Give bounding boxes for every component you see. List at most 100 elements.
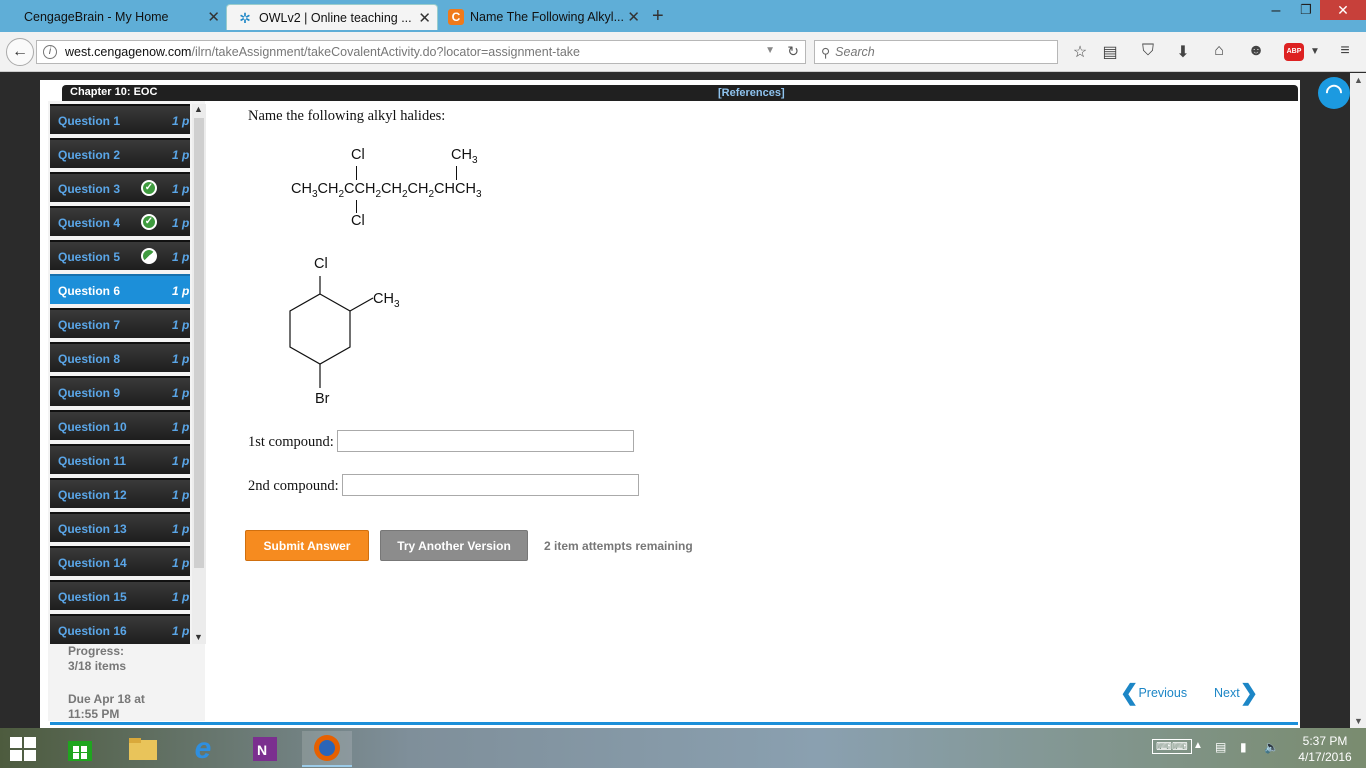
progress-label: Progress: — [68, 644, 125, 658]
download-arrow-icon[interactable]: ⬇ — [1172, 42, 1194, 62]
firefox-app-icon[interactable] — [302, 731, 352, 767]
page-scrollbar[interactable]: ▲ ▼ — [1350, 73, 1366, 728]
question-item[interactable]: Question 12 1 p — [50, 478, 190, 508]
question-item[interactable]: Question 15 1 p — [50, 580, 190, 610]
scroll-up-icon[interactable]: ▲ — [1354, 75, 1363, 85]
taskbar-clock[interactable]: 5:37 PM 4/17/2016 — [1290, 733, 1360, 765]
url-dropdown-icon[interactable]: ▼ — [765, 45, 775, 56]
scroll-up-icon[interactable]: ▲ — [194, 104, 203, 114]
question-label: Question 6 — [58, 284, 121, 298]
question-item[interactable]: Question 5 1 p — [50, 240, 190, 270]
chat-smiley-icon[interactable]: ☻ — [1245, 42, 1267, 60]
question-label: Question 9 — [58, 386, 121, 400]
compound1-bond-line — [456, 166, 457, 180]
reload-icon[interactable]: ↻ — [787, 43, 799, 60]
try-another-version-button[interactable]: Try Another Version — [380, 530, 528, 561]
scroll-down-icon[interactable]: ▼ — [1354, 716, 1363, 726]
question-list-scrollbar[interactable]: ▲ ▼ — [192, 104, 206, 644]
compound1-chain: CH3CH2CCH2CH2CH2CHCH3 — [291, 181, 482, 200]
question-points: 1 p — [172, 182, 190, 196]
references-link[interactable]: [References] — [718, 87, 785, 99]
windows-start-icon[interactable] — [10, 737, 36, 761]
question-points: 1 p — [172, 250, 190, 264]
compound2-side-substituent: CH3 — [373, 291, 400, 310]
question-item[interactable]: Question 13 1 p — [50, 512, 190, 542]
attempts-remaining: 2 item attempts remaining — [544, 539, 693, 553]
question-points: 1 p — [172, 624, 190, 638]
window-close-icon[interactable]: ✕ — [1320, 0, 1366, 20]
tray-expand-icon[interactable]: ▲ — [1193, 740, 1203, 751]
headset-support-icon[interactable]: ◠ — [1318, 77, 1350, 109]
question-prompt: Name the following alkyl halides: — [248, 108, 446, 124]
next-link[interactable]: Next ❯ — [1214, 682, 1258, 704]
keyboard-icon[interactable]: ⌨⌨ — [1152, 739, 1192, 754]
bookmark-star-icon[interactable]: ☆ — [1069, 42, 1091, 62]
new-tab-plus-icon[interactable]: + — [652, 5, 664, 28]
restore-icon[interactable]: ❐ — [1292, 2, 1320, 22]
partial-check-icon — [141, 248, 157, 264]
question-item[interactable]: Question 4 ✓ 1 p — [50, 206, 190, 236]
home-icon[interactable]: ⌂ — [1208, 42, 1230, 60]
question-item[interactable]: Question 10 1 p — [50, 410, 190, 440]
question-item[interactable]: Question 14 1 p — [50, 546, 190, 576]
question-item[interactable]: Question 2 1 p — [50, 138, 190, 168]
minimize-icon[interactable]: – — [1262, 2, 1290, 22]
tab-close-icon[interactable]: ✕ — [207, 8, 220, 26]
question-item[interactable]: Question 1 1 p — [50, 104, 190, 134]
submit-answer-button[interactable]: Submit Answer — [245, 530, 369, 561]
question-item[interactable]: Question 6 1 p — [50, 274, 190, 304]
file-explorer-app-icon[interactable] — [118, 731, 168, 767]
question-item[interactable]: Question 3 ✓ 1 p — [50, 172, 190, 202]
question-item[interactable]: Question 9 1 p — [50, 376, 190, 406]
tab-close-icon[interactable]: ✕ — [418, 9, 431, 27]
back-arrow-icon[interactable]: ← — [6, 38, 34, 66]
question-points: 1 p — [172, 114, 190, 128]
frame-bottom-line — [50, 722, 1298, 725]
tab-close-icon[interactable]: ✕ — [627, 8, 640, 26]
tab-title: CengageBrain - My Home — [24, 10, 169, 24]
question-item[interactable]: Question 11 1 p — [50, 444, 190, 474]
ie-logo-icon: e — [194, 732, 212, 765]
store-bag-icon — [68, 741, 92, 761]
search-input[interactable]: ⚲ Search — [814, 40, 1058, 64]
question-points: 1 p — [172, 556, 190, 570]
tab-owlv2[interactable]: ✲ OWLv2 | Online teaching ... ✕ — [226, 4, 438, 30]
question-label: Question 2 — [58, 148, 121, 162]
question-label: Question 5 — [58, 250, 121, 264]
battery-icon[interactable]: ▮ — [1240, 740, 1247, 754]
question-label: Question 14 — [58, 556, 127, 570]
adblock-icon[interactable]: ABP — [1284, 43, 1304, 61]
reading-list-icon[interactable]: ▤ — [1099, 42, 1121, 62]
question-item[interactable]: Question 16 1 p — [50, 614, 190, 644]
question-points: 1 p — [172, 352, 190, 366]
search-icon: ⚲ — [821, 45, 831, 60]
pocket-icon[interactable]: ⛉ — [1137, 42, 1159, 60]
tab-alkyl-halides[interactable]: C Name The Following Alkyl... ✕ — [438, 4, 646, 30]
scroll-down-icon[interactable]: ▼ — [194, 632, 203, 642]
volume-icon[interactable]: 🔈 — [1264, 740, 1279, 754]
compound1-top-substituent-cl: Cl — [351, 147, 365, 163]
due-date-line2: 11:55 PM — [68, 707, 120, 721]
internet-explorer-app-icon[interactable]: e — [178, 731, 228, 767]
onenote-app-icon[interactable]: N — [240, 731, 290, 767]
question-item[interactable]: Question 7 1 p — [50, 308, 190, 338]
store-app-icon[interactable] — [55, 731, 105, 767]
question-label: Question 1 — [58, 114, 121, 128]
compound1-bond-line — [356, 200, 357, 213]
url-path: /ilrn/takeAssignment/takeCovalentActivit… — [191, 45, 580, 59]
question-label: Question 4 — [58, 216, 121, 230]
tab-cengagebrain[interactable]: CengageBrain - My Home ✕ — [14, 4, 226, 30]
url-host: west.cengagenow.com — [65, 45, 192, 59]
owl-favicon-icon: ✲ — [239, 9, 251, 26]
network-icon[interactable]: ▤ — [1215, 740, 1226, 754]
answer2-input[interactable] — [342, 474, 639, 496]
adblock-dropdown-icon[interactable]: ▼ — [1304, 46, 1326, 57]
progress-info: Progress: 3/18 items Due Apr 18 at 11:55… — [68, 644, 188, 722]
url-bar[interactable]: i west.cengagenow.com /ilrn/takeAssignme… — [36, 40, 806, 64]
answer1-input[interactable] — [337, 430, 634, 452]
scroll-thumb[interactable] — [194, 118, 204, 568]
hamburger-menu-icon[interactable]: ≡ — [1334, 42, 1356, 60]
previous-link[interactable]: ❮ Previous — [1120, 682, 1187, 704]
question-item[interactable]: Question 8 1 p — [50, 342, 190, 372]
info-icon[interactable]: i — [43, 45, 57, 59]
